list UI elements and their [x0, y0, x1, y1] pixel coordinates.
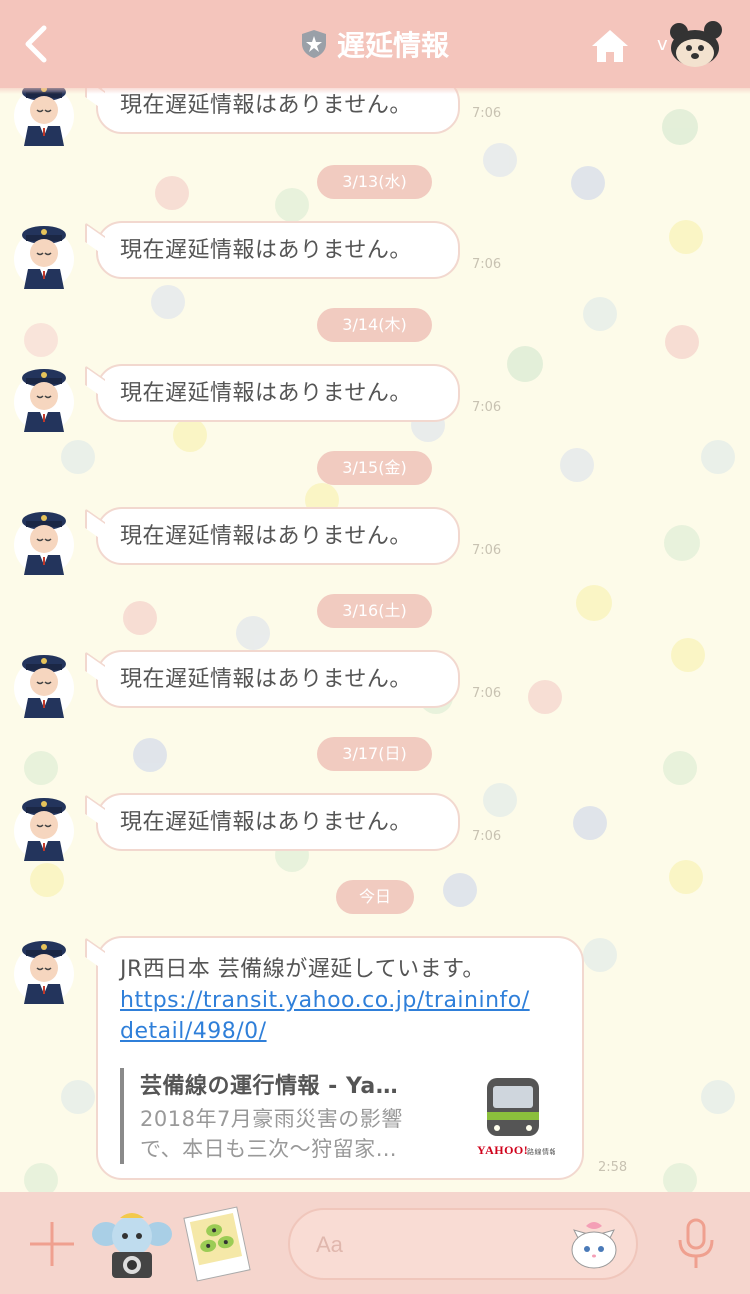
message-time: 2:58: [598, 1160, 628, 1175]
chat-area[interactable]: 現在遅延情報はありません。 7:06 3/13(水) 現在遅延情報はありません。…: [0, 76, 750, 1192]
home-icon[interactable]: [590, 28, 630, 64]
preview-description: 2018年7月豪雨災害の影響 で、本日も三次～狩留家…: [140, 1107, 403, 1161]
aliens-photo-sticker-icon[interactable]: [182, 1206, 252, 1282]
microphone-icon[interactable]: [676, 1218, 716, 1270]
conductor-avatar-icon[interactable]: [12, 650, 76, 718]
date-separator-today: 今日: [336, 880, 414, 914]
preview-brand-sub: 路線情報: [527, 1147, 555, 1156]
svg-text:v: v: [657, 34, 668, 55]
message-text: 現在遅延情報はありません。: [120, 667, 412, 692]
message-input[interactable]: [314, 1228, 558, 1262]
preview-accent-bar: [120, 1068, 124, 1164]
mickey-sticker-icon[interactable]: v: [655, 18, 725, 70]
message-time: 7:06: [472, 686, 502, 701]
url-link-line1[interactable]: https://transit.yahoo.co.jp/traininfo/: [120, 985, 530, 1016]
message-input-bar: [0, 1192, 750, 1294]
message-bubble[interactable]: 現在遅延情報はありません。: [96, 364, 460, 422]
date-separator: 3/13(水): [317, 165, 432, 199]
chat-title-text: 遅延情報: [336, 29, 449, 62]
conductor-avatar-icon[interactable]: [12, 936, 76, 1004]
dumbo-camera-sticker-icon[interactable]: [92, 1210, 172, 1280]
message-time: 7:06: [472, 106, 502, 121]
chat-title: 遅延情報: [301, 24, 449, 64]
message-bubble[interactable]: 現在遅延情報はありません。: [96, 221, 460, 279]
message-text: 現在遅延情報はありません。: [120, 524, 412, 549]
link-message-bubble[interactable]: JR西日本 芸備線が遅延しています。 https://transit.yahoo…: [96, 936, 584, 1180]
date-separator: 3/17(日): [317, 737, 432, 771]
link-preview-card[interactable]: 芸備線の運行情報 - Ya… 2018年7月豪雨災害の影響 で、本日も三次～狩留…: [120, 1068, 555, 1164]
conductor-avatar-icon[interactable]: [12, 364, 76, 432]
plus-icon[interactable]: [28, 1220, 76, 1268]
message-text: 現在遅延情報はありません。: [120, 93, 412, 118]
message-text: 現在遅延情報はありません。: [120, 238, 412, 263]
train-thumbnail-icon: YAHOO! 路線情報: [477, 1078, 555, 1157]
message-time: 7:06: [472, 257, 502, 272]
message-text: 現在遅延情報はありません。: [120, 381, 412, 406]
message-input-field[interactable]: [288, 1208, 638, 1280]
message-time: 7:06: [472, 543, 502, 558]
date-separator: 3/14(木): [317, 308, 432, 342]
message-time: 7:06: [472, 829, 502, 844]
marie-cat-sticker-icon[interactable]: [564, 1216, 624, 1272]
preview-title: 芸備線の運行情報 - Ya…: [140, 1074, 399, 1099]
preview-brand: YAHOO!: [477, 1143, 528, 1157]
date-separator: 3/15(金): [317, 451, 432, 485]
date-separator: 3/16(土): [317, 594, 432, 628]
conductor-avatar-icon[interactable]: [12, 793, 76, 861]
conductor-avatar-icon[interactable]: [12, 507, 76, 575]
message-text: 現在遅延情報はありません。: [120, 810, 412, 835]
shield-star-icon: [301, 30, 326, 58]
message-time: 7:06: [472, 400, 502, 415]
message-bubble[interactable]: 現在遅延情報はありません。: [96, 650, 460, 708]
url-link-line2[interactable]: detail/498/0/: [120, 1016, 530, 1047]
conductor-avatar-icon[interactable]: [12, 221, 76, 289]
message-bubble[interactable]: 現在遅延情報はありません。: [96, 507, 460, 565]
message-text: JR西日本 芸備線が遅延しています。: [120, 957, 485, 982]
chat-header: 遅延情報 v: [0, 0, 750, 94]
message-bubble[interactable]: 現在遅延情報はありません。: [96, 793, 460, 851]
